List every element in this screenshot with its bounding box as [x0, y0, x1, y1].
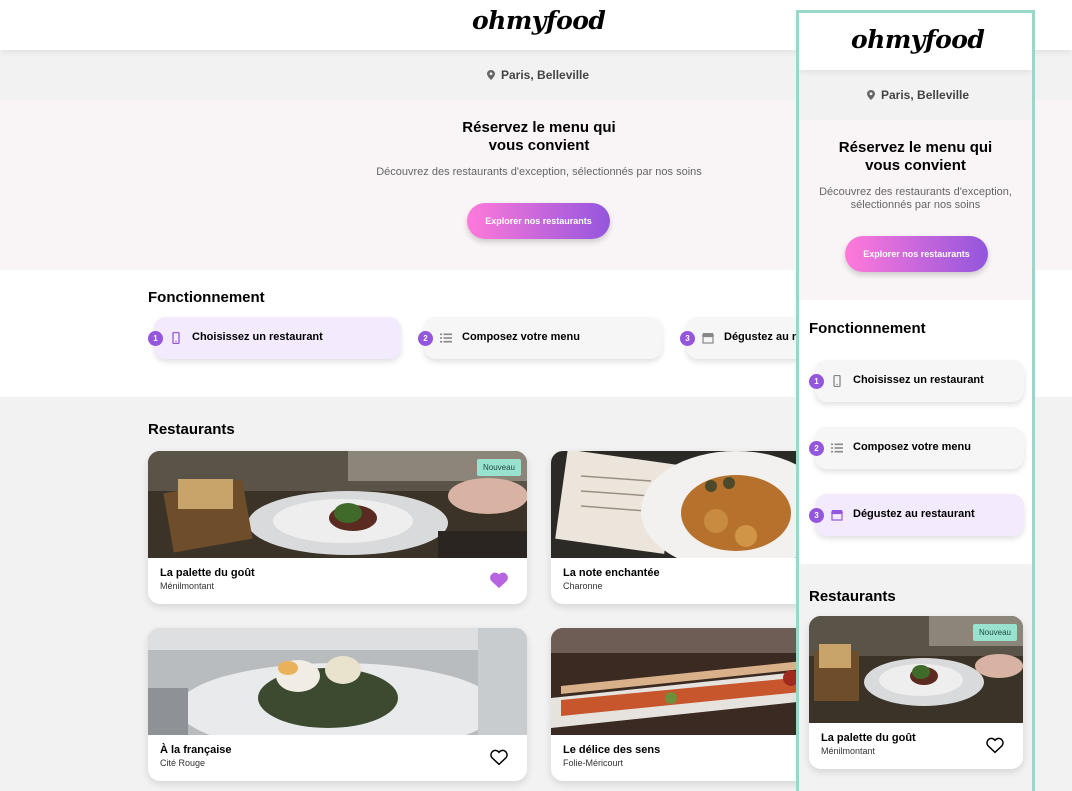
step-number: 1 [148, 331, 163, 346]
step-number: 3 [680, 331, 695, 346]
restaurant-card[interactable]: À la française Cité Rouge [148, 628, 527, 781]
location: Paris, Belleville [867, 88, 969, 102]
restaurant-area: Cité Rouge [160, 758, 206, 768]
step-label: Choisissez un restaurant [192, 331, 323, 343]
step-choose-restaurant[interactable]: 1 Choisissez un restaurant [809, 360, 1024, 402]
restaurant-name: La note enchantée [563, 567, 660, 579]
hero-title: Réservez le menu qui vous convient [799, 139, 1032, 175]
step-label: Dégustez au r [724, 331, 797, 343]
step-enjoy-restaurant[interactable]: 3 Dégustez au restaurant [809, 494, 1024, 536]
restaurant-area: Folie-Méricourt [563, 758, 624, 768]
restaurants-section: Restaurants Nouveau La palette du goût M [799, 564, 1032, 791]
logo[interactable]: ohmyfood [851, 25, 985, 54]
list-icon [831, 443, 843, 453]
restaurant-name: À la française [160, 744, 232, 756]
restaurants-title: Restaurants [148, 421, 235, 438]
restaurant-photo [148, 451, 527, 558]
restaurant-photo [148, 628, 527, 735]
step-compose-menu[interactable]: 2 Composez votre menu [809, 427, 1024, 469]
logo[interactable]: ohmyfood [472, 6, 606, 35]
store-icon [831, 510, 843, 521]
location: Paris, Belleville [487, 68, 589, 82]
how-title: Fonctionnement [809, 320, 926, 337]
restaurants-title: Restaurants [809, 588, 896, 605]
restaurant-card[interactable]: Nouveau La palette du goût Ménilmontant [809, 616, 1023, 769]
heart-outline-icon[interactable] [489, 748, 509, 766]
restaurant-card[interactable]: Nouveau La palette du goût Ménilmontant [148, 451, 527, 604]
step-choose-restaurant[interactable]: 1 Choisissez un restaurant [148, 317, 401, 359]
map-pin-icon [867, 90, 875, 100]
map-pin-icon [487, 70, 495, 80]
location-label: Paris, Belleville [501, 68, 590, 82]
hero-subtitle-line-1: Découvrez des restaurants d'exception, [819, 186, 1012, 198]
heart-filled-icon[interactable] [489, 571, 509, 589]
hero-subtitle-line-2: sélectionnés par nos soins [850, 199, 981, 211]
location-label: Paris, Belleville [881, 88, 970, 102]
step-label: Composez votre menu [853, 441, 971, 453]
restaurant-name: La palette du goût [160, 567, 255, 579]
new-badge: Nouveau [476, 459, 521, 476]
explore-restaurants-button[interactable]: Explorer nos restaurants [467, 203, 610, 239]
page: ohmyfood Paris, Belleville Réservez le m… [0, 0, 1072, 791]
how-it-works-section: Fonctionnement 1 Choisissez un restauran… [799, 300, 1032, 564]
restaurant-area: Charonne [563, 581, 603, 591]
step-number: 2 [418, 331, 433, 346]
mobile-header: ohmyfood [799, 13, 1032, 70]
restaurant-name: Le délice des sens [563, 744, 661, 756]
list-icon [440, 333, 452, 343]
store-icon [702, 333, 714, 344]
hero-subtitle: Découvrez des restaurants d'exception, s… [809, 186, 1022, 212]
heart-outline-icon[interactable] [985, 736, 1005, 754]
explore-restaurants-button[interactable]: Explorer nos restaurants [845, 236, 988, 272]
hero-title-line-2: vous convient [865, 157, 966, 174]
restaurant-area: Ménilmontant [821, 746, 876, 756]
step-label: Dégustez au restaurant [853, 508, 975, 520]
restaurant-name: La palette du goût [821, 732, 916, 744]
hero-section: Réservez le menu qui vous convient Décou… [799, 120, 1032, 300]
step-label: Composez votre menu [462, 331, 580, 343]
how-title: Fonctionnement [148, 289, 265, 306]
step-number: 1 [809, 374, 824, 389]
step-number: 2 [809, 441, 824, 456]
mobile-preview-panel: ohmyfood Paris, Belleville Réservez le m… [796, 10, 1035, 791]
restaurant-area: Ménilmontant [160, 581, 215, 591]
new-badge: Nouveau [972, 624, 1017, 641]
hero-title-line-1: Réservez le menu qui [838, 139, 993, 156]
step-compose-menu[interactable]: 2 Composez votre menu [418, 317, 662, 359]
step-label: Choisissez un restaurant [853, 374, 984, 386]
step-number: 3 [809, 508, 824, 523]
mobile-phone-icon [833, 375, 841, 387]
mobile-phone-icon [172, 332, 180, 344]
location-bar: Paris, Belleville [799, 70, 1032, 120]
